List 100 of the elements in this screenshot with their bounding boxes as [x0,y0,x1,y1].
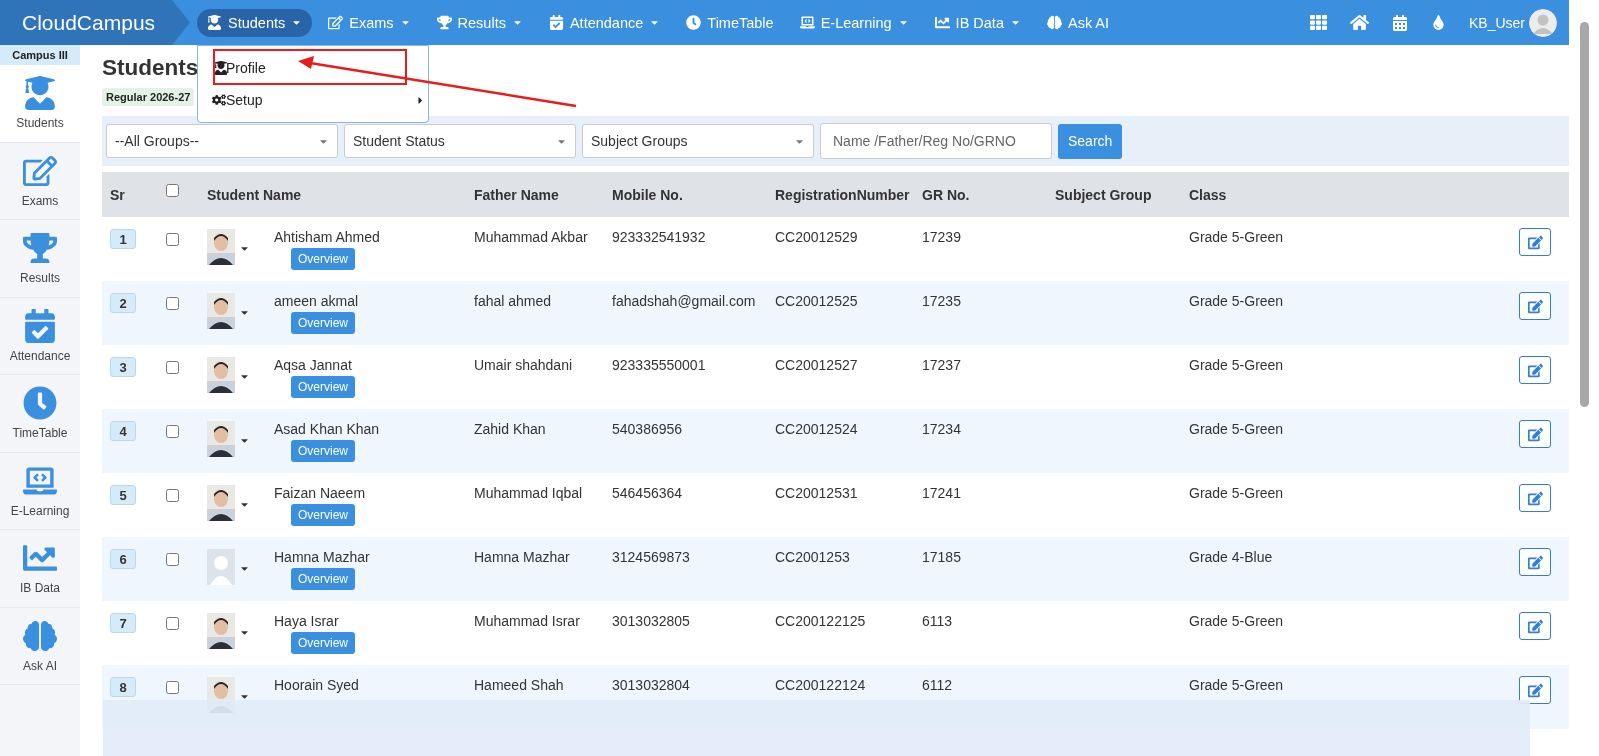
drop-icon[interactable] [1430,15,1446,30]
table-cell-text: 546456364 [611,485,684,501]
calendar-icon[interactable] [1391,14,1408,31]
nav-menu-item[interactable]: Ask AI [1036,8,1120,37]
row-checkbox[interactable] [166,681,179,694]
edit-button[interactable] [1519,484,1551,512]
search-button[interactable]: Search [1058,123,1123,159]
select-all-checkbox[interactable] [166,184,179,197]
trophy-icon [23,231,57,266]
nav-menu-item[interactable]: Students [197,8,313,37]
table-cell-text: 3124569873 [611,549,691,565]
table-cell-text: CC200122124 [774,677,867,693]
column-header: Class [1188,186,1228,203]
edit-button[interactable] [1519,420,1551,448]
overview-button[interactable]: Overview [291,632,355,654]
table-cell-text: Zahid Khan [473,421,547,437]
column-header: Sr [109,186,126,203]
row-checkbox[interactable] [166,553,179,566]
dropdown-item[interactable]: Profile [198,52,428,84]
nav-menu-item[interactable]: Exams [318,8,421,37]
nav-menu-item[interactable]: Results [426,8,533,37]
row-checkbox[interactable] [166,425,179,438]
table-cell-text: Grade 5-Green [1188,229,1285,245]
row-checkbox[interactable] [166,617,179,630]
overview-button[interactable]: Overview [291,376,355,398]
serial-number: 1 [110,229,136,249]
user-name[interactable]: KB_User [1468,14,1525,31]
filter-select[interactable]: Subject Groups [582,124,814,158]
column-header: Student Name [206,186,303,203]
student-name: Hoorain Syed [274,677,359,693]
table-cell-text: Umair shahdani [473,357,574,373]
edit-icon [1527,682,1543,698]
student-name: Aqsa Jannat [274,357,352,373]
edit-icon [1527,490,1543,506]
edit-icon [1527,234,1543,250]
overview-button[interactable]: Overview [291,440,355,462]
table-cell-text: 923335550001 [611,357,707,373]
chart-line-icon [934,15,950,30]
table-cell-text: 17185 [921,549,962,565]
student-name: Faizan Naeem [274,485,366,501]
edit-button[interactable] [1519,356,1551,384]
sidebar-item[interactable]: Students [0,65,80,143]
brand-logo[interactable]: CloudCampus [0,0,190,45]
row-checkbox[interactable] [166,361,179,374]
table-cell-text: Grade 5-Green [1188,613,1285,629]
search-field[interactable]: Name /Father/Reg No/GRNO [820,123,1052,159]
row-checkbox[interactable] [166,297,179,310]
filter-select[interactable]: --All Groups-- [106,124,338,158]
edit-icon [328,15,344,30]
overview-button[interactable]: Overview [291,504,355,526]
table-cell-text: 923332541932 [611,229,707,245]
serial-number: 2 [110,293,136,313]
table-cell-text: Hameed Shah [473,677,565,693]
page-title: Students [102,55,199,82]
nav-menu-item[interactable]: IB Data [924,8,1031,37]
table-cell-text: CC20012531 [774,485,859,501]
serial-number: 7 [110,613,136,633]
nav-menu-item[interactable]: TimeTable [676,8,784,37]
overview-button[interactable]: Overview [291,568,355,590]
edit-button[interactable] [1519,292,1551,320]
avatar-placeholder-icon [207,549,235,585]
user-avatar-icon[interactable] [1529,8,1557,37]
row-checkbox[interactable] [166,489,179,502]
campus-label: Campus III [0,45,80,65]
table-cell-text: 6113 [921,613,954,629]
nav-menu-item[interactable]: E-Learning [789,8,919,37]
graduate-icon [207,15,222,30]
trophy-icon [436,15,452,30]
overview-button[interactable]: Overview [291,248,355,270]
table-cell-text: CC20012529 [774,229,859,245]
table-cell-text: Muhammad Akbar [473,229,589,245]
calendar-check-icon [548,15,564,30]
filter-select[interactable]: Student Status [344,124,576,158]
laptop-code-icon [799,15,815,30]
table-cell-text: 17239 [921,229,962,245]
table-cell-text: 3013032805 [611,613,691,629]
edit-icon [1527,554,1543,570]
graduate-icon [214,61,228,75]
serial-number: 5 [110,485,136,505]
edit-button[interactable] [1519,612,1551,640]
table-cell-text: CC20012527 [774,357,859,373]
edit-button[interactable] [1519,676,1551,704]
table-cell-text: Muhammad Iqbal [473,485,584,501]
table-cell-text: CC20012524 [774,421,859,437]
dropdown-item[interactable]: Setup [198,84,428,116]
gears-icon [212,93,226,107]
row-checkbox[interactable] [166,233,179,246]
column-header: Father Name [473,186,560,203]
edit-button[interactable] [1519,228,1551,256]
table-cell-text: Grade 5-Green [1188,357,1285,373]
apps-grid-icon[interactable] [1309,14,1327,31]
overview-button[interactable]: Overview [291,312,355,334]
table-cell-text: 17237 [921,357,962,373]
table-cell-text: 3013032804 [611,677,691,693]
clock-icon [23,386,57,421]
table-cell-text: 17234 [921,421,962,437]
home-icon[interactable] [1349,13,1369,32]
edit-button[interactable] [1519,548,1551,576]
table-cell-text: 540386956 [611,421,684,437]
nav-menu-item[interactable]: Attendance [538,8,671,37]
